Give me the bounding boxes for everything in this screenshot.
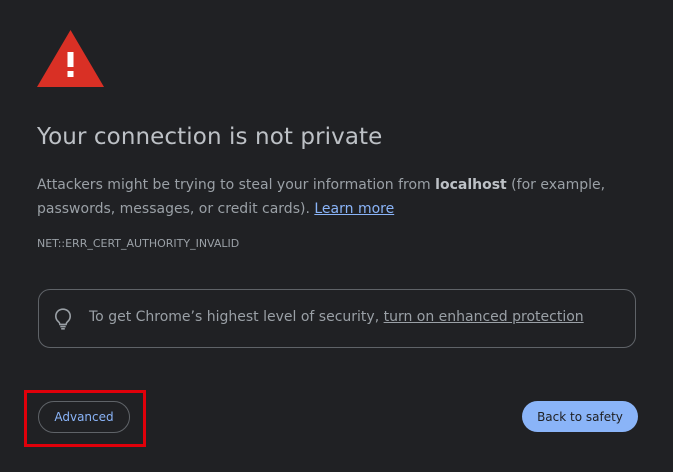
enhanced-protection-text: To get Chrome’s highest level of securit…	[89, 309, 384, 325]
error-description: Attackers might be trying to steal your …	[37, 173, 637, 221]
page-title: Your connection is not private	[37, 124, 383, 150]
learn-more-link[interactable]: Learn more	[314, 201, 394, 217]
enhanced-protection-banner: To get Chrome’s highest level of securit…	[38, 289, 636, 348]
warning-triangle-icon	[37, 30, 104, 87]
advanced-button[interactable]: Advanced	[38, 401, 130, 433]
description-text-before: Attackers might be trying to steal your …	[37, 177, 436, 193]
enhanced-protection-message: To get Chrome’s highest level of securit…	[89, 309, 584, 325]
lightbulb-icon	[54, 308, 72, 330]
host-name: localhost	[435, 177, 507, 193]
enhanced-protection-link[interactable]: turn on enhanced protection	[384, 309, 584, 325]
error-code: NET::ERR_CERT_AUTHORITY_INVALID	[37, 237, 240, 250]
back-to-safety-button[interactable]: Back to safety	[522, 401, 638, 432]
